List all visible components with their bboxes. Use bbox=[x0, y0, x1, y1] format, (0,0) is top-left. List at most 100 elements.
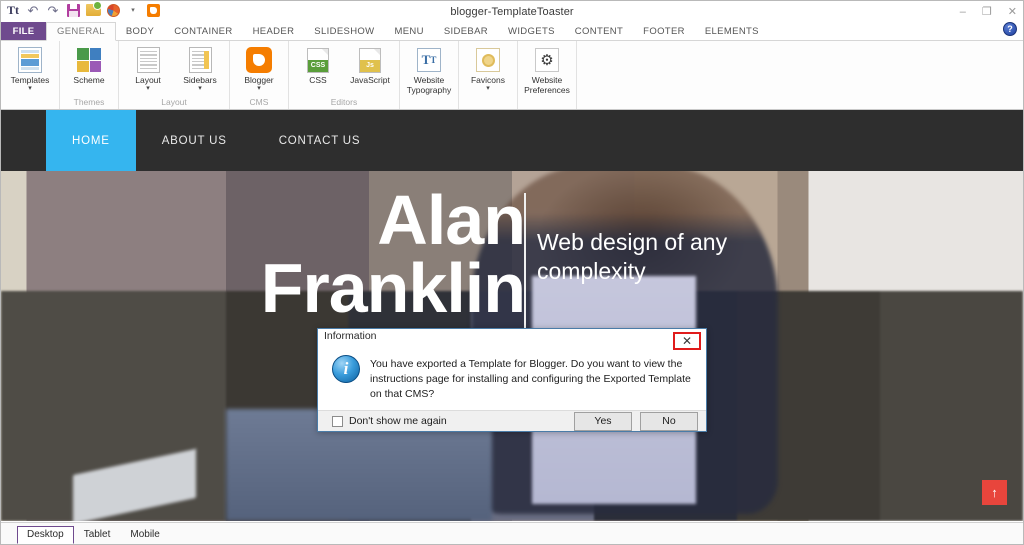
scroll-to-top-button[interactable]: ↑ bbox=[982, 480, 1007, 505]
ribbon-button-javascript[interactable]: Js JavaScript bbox=[345, 44, 395, 86]
nav-item-contact-us[interactable]: CONTACT US bbox=[253, 110, 387, 171]
chevron-down-icon[interactable]: ▾ bbox=[28, 85, 32, 93]
tab-footer[interactable]: FOOTER bbox=[633, 22, 695, 40]
ribbon-group-title bbox=[522, 107, 572, 108]
tab-container[interactable]: CONTAINER bbox=[164, 22, 242, 40]
tab-header[interactable]: HEADER bbox=[243, 22, 305, 40]
ribbon-group-cms: Blogger ▾ CMS bbox=[230, 41, 289, 109]
ribbon-button-favicons[interactable]: Favicons ▾ bbox=[463, 44, 513, 93]
ribbon-button-label: Website Preferences bbox=[524, 75, 570, 95]
checkbox-box[interactable] bbox=[332, 415, 343, 427]
yes-button[interactable]: Yes bbox=[574, 411, 632, 431]
dialog-close-icon[interactable]: ✕ bbox=[673, 332, 701, 350]
javascript-file-icon: Js bbox=[359, 46, 381, 74]
window-title: blogger-TemplateToaster bbox=[450, 5, 574, 18]
minimize-button[interactable]: – bbox=[960, 6, 966, 18]
layout-icon bbox=[136, 46, 160, 74]
scheme-icon bbox=[77, 46, 101, 74]
undo-icon-glyph: ↶ bbox=[27, 2, 39, 18]
ribbon-button-templates[interactable]: Templates ▾ bbox=[5, 44, 55, 93]
information-icon bbox=[332, 354, 360, 383]
ribbon-group-title bbox=[463, 107, 513, 108]
view-tab-tablet[interactable]: Tablet bbox=[74, 526, 121, 544]
preview-browser-icon[interactable] bbox=[105, 2, 121, 18]
close-button[interactable]: ✕ bbox=[1008, 5, 1017, 18]
dialog-title-bar: Information bbox=[318, 329, 706, 343]
quick-access-toolbar: Tt ↶ ↷ ▾ bbox=[5, 1, 161, 18]
ribbon: Templates ▾ Scheme Themes Layout ▾ Sideb… bbox=[1, 41, 1023, 110]
ribbon-button-blogger[interactable]: Blogger ▾ bbox=[234, 44, 284, 93]
view-tab-desktop[interactable]: Desktop bbox=[17, 526, 74, 544]
tab-body[interactable]: BODY bbox=[116, 22, 164, 40]
no-button[interactable]: No bbox=[640, 411, 698, 431]
ribbon-group-favicons: Favicons ▾ bbox=[459, 41, 518, 109]
typography-icon-glyph: Tt bbox=[7, 3, 19, 17]
chevron-down-icon[interactable]: ▾ bbox=[146, 85, 150, 93]
ribbon-button-website-typography[interactable]: TT Website Typography bbox=[404, 44, 454, 96]
ribbon-group-themes: Scheme Themes bbox=[60, 41, 119, 109]
typography-icon[interactable]: Tt bbox=[5, 2, 21, 18]
tab-file[interactable]: FILE bbox=[1, 22, 46, 40]
ribbon-group-typography: TT Website Typography bbox=[400, 41, 459, 109]
chevron-down-icon: ▾ bbox=[131, 6, 135, 14]
ribbon-group-title: Themes bbox=[73, 97, 105, 107]
sidebars-icon bbox=[188, 46, 212, 74]
website-preferences-icon: ⚙ bbox=[535, 46, 559, 74]
tab-sidebar[interactable]: SIDEBAR bbox=[434, 22, 498, 40]
templates-icon bbox=[18, 46, 42, 74]
blogger-icon[interactable] bbox=[145, 2, 161, 18]
nav-item-home[interactable]: HOME bbox=[46, 110, 136, 171]
ribbon-button-label: Website Typography bbox=[406, 75, 452, 95]
hero-tagline: Web design of any complexity bbox=[537, 229, 728, 285]
website-typography-icon: TT bbox=[417, 46, 441, 74]
ribbon-button-label: CSS bbox=[309, 75, 327, 85]
ribbon-button-layout[interactable]: Layout ▾ bbox=[123, 44, 173, 93]
website-preview-canvas: HOME ABOUT US CONTACT US Alan Franklin W… bbox=[1, 110, 1023, 521]
dialog-body: You have exported a Template for Blogger… bbox=[318, 342, 706, 412]
checkbox-label: Don't show me again bbox=[349, 415, 447, 428]
ribbon-button-sidebars[interactable]: Sidebars ▾ bbox=[175, 44, 225, 93]
tab-content[interactable]: CONTENT bbox=[565, 22, 633, 40]
ribbon-group-title: CMS bbox=[249, 97, 269, 107]
ribbon-group-title bbox=[404, 107, 454, 108]
website-navbar: HOME ABOUT US CONTACT US bbox=[1, 110, 1023, 171]
tab-elements[interactable]: ELEMENTS bbox=[695, 22, 769, 40]
tab-general[interactable]: GENERAL bbox=[46, 22, 116, 41]
dialog-message: You have exported a Template for Blogger… bbox=[370, 357, 691, 401]
nav-item-about-us[interactable]: ABOUT US bbox=[136, 110, 253, 171]
application-window: Tt ↶ ↷ ▾ blogger-TemplateToaster – ❐ ✕ ?… bbox=[0, 0, 1024, 545]
chevron-down-icon[interactable]: ▾ bbox=[198, 85, 202, 93]
maximize-button[interactable]: ❐ bbox=[982, 5, 992, 18]
browser-dropdown-icon[interactable]: ▾ bbox=[125, 2, 141, 18]
export-icon[interactable] bbox=[85, 1, 102, 18]
dialog-footer: Don't show me again Yes No bbox=[318, 411, 706, 431]
chevron-down-icon[interactable]: ▾ bbox=[257, 85, 261, 93]
ribbon-group-preferences: ⚙ Website Preferences bbox=[518, 41, 577, 109]
ribbon-group-title bbox=[5, 107, 55, 108]
browser-icon-glyph bbox=[106, 3, 120, 17]
blogger-icon-glyph bbox=[146, 3, 160, 17]
ribbon-button-label: JavaScript bbox=[350, 75, 390, 85]
save-icon-glyph bbox=[66, 3, 80, 17]
css-file-icon: CSS bbox=[307, 46, 329, 74]
ribbon-button-website-preferences[interactable]: ⚙ Website Preferences bbox=[522, 44, 572, 96]
tab-slideshow[interactable]: SLIDESHOW bbox=[304, 22, 384, 40]
tab-widgets[interactable]: WIDGETS bbox=[498, 22, 565, 40]
window-controls: – ❐ ✕ bbox=[960, 1, 1017, 22]
ribbon-group-layout: Layout ▾ Sidebars ▾ Layout bbox=[119, 41, 230, 109]
view-tab-mobile[interactable]: Mobile bbox=[120, 526, 169, 544]
dont-show-again-checkbox[interactable]: Don't show me again bbox=[332, 415, 566, 427]
ribbon-group-editors: CSS CSS Js JavaScript Editors bbox=[289, 41, 400, 109]
help-icon[interactable]: ? bbox=[1003, 22, 1017, 36]
information-dialog: Information ✕ You have exported a Templa… bbox=[317, 328, 707, 432]
dialog-title: Information bbox=[324, 329, 377, 342]
ribbon-button-css[interactable]: CSS CSS bbox=[293, 44, 343, 86]
chevron-down-icon[interactable]: ▾ bbox=[486, 85, 490, 93]
ribbon-button-scheme[interactable]: Scheme bbox=[64, 44, 114, 86]
undo-icon[interactable]: ↶ bbox=[25, 2, 41, 18]
blogger-icon bbox=[246, 46, 272, 74]
redo-icon[interactable]: ↷ bbox=[45, 2, 61, 18]
tab-menu[interactable]: MENU bbox=[384, 22, 433, 40]
save-icon[interactable] bbox=[65, 2, 81, 18]
export-icon-glyph bbox=[85, 1, 102, 16]
